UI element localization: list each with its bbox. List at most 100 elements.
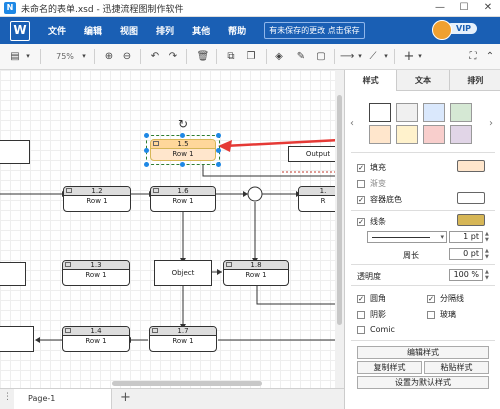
- perimeter-field[interactable]: 0 pt: [449, 248, 483, 260]
- tab-text[interactable]: 文本: [396, 70, 449, 91]
- zoom-in-icon[interactable]: ⊕: [102, 49, 116, 64]
- perimeter-spinner[interactable]: ▲ ▼: [485, 248, 492, 260]
- resize-handle[interactable]: [180, 162, 185, 167]
- chevron-down-icon[interactable]: ▾: [356, 49, 364, 64]
- menu-view[interactable]: 视图: [120, 24, 138, 37]
- container-bg-row[interactable]: ✓ 容器底色: [357, 194, 402, 205]
- node-1-7[interactable]: 1.7 Row 1: [149, 326, 217, 352]
- container-bg-checkbox[interactable]: ✓: [357, 195, 365, 204]
- copy-style-button[interactable]: 复制样式: [357, 361, 422, 374]
- line-style-select[interactable]: ▾: [367, 231, 447, 243]
- edit-style-button[interactable]: 编辑样式: [357, 346, 489, 359]
- divider-line-checkbox[interactable]: ✓: [427, 294, 435, 303]
- zoom-out-icon[interactable]: ⊖: [120, 49, 134, 64]
- undo-icon[interactable]: ↶: [148, 49, 162, 64]
- zoom-dropdown-icon[interactable]: ▾: [80, 49, 88, 64]
- rounded-row[interactable]: ✓ 圆角: [357, 293, 386, 304]
- set-default-style-button[interactable]: 设置为默认样式: [357, 376, 489, 389]
- tab-arrange[interactable]: 排列: [448, 70, 500, 91]
- style-swatch[interactable]: [450, 103, 472, 122]
- paste-style-button[interactable]: 粘贴样式: [424, 361, 489, 374]
- menu-other[interactable]: 其他: [192, 24, 210, 37]
- page-tab[interactable]: Page-1: [14, 389, 112, 409]
- connector[interactable]: [202, 164, 336, 177]
- collapse-icon[interactable]: ⌃: [484, 49, 496, 64]
- glass-checkbox[interactable]: [427, 310, 435, 319]
- chevron-down-icon[interactable]: ▾: [382, 49, 390, 64]
- resize-handle[interactable]: [144, 148, 149, 153]
- tab-style[interactable]: 样式: [345, 70, 397, 91]
- maximize-button[interactable]: ☐: [452, 0, 476, 16]
- avatar[interactable]: [432, 20, 452, 40]
- menu-arrange[interactable]: 排列: [156, 24, 174, 37]
- menu-help[interactable]: 帮助: [228, 24, 246, 37]
- junction-circle[interactable]: [247, 186, 263, 202]
- resize-handle[interactable]: [144, 162, 149, 167]
- redo-icon[interactable]: ↷: [166, 49, 180, 64]
- container-bg-color-picker[interactable]: [457, 192, 485, 204]
- fill-color-icon[interactable]: ◈: [272, 49, 286, 64]
- line-width-field[interactable]: 1 pt: [449, 231, 483, 243]
- style-swatch[interactable]: [423, 103, 445, 122]
- style-swatch[interactable]: [423, 125, 445, 144]
- style-swatch[interactable]: [369, 125, 391, 144]
- chevron-left-icon[interactable]: ‹: [350, 118, 354, 129]
- rotate-icon[interactable]: ↻: [178, 117, 188, 131]
- delete-icon[interactable]: 🗑: [196, 49, 210, 64]
- line-color-icon[interactable]: ✎: [294, 49, 308, 64]
- node-1-4[interactable]: 1.4 Row 1: [62, 326, 130, 352]
- diagram-canvas[interactable]: ↻ 1.5 Row 1 Output 1.2 Row 1 1.6 Row 1 1…: [0, 70, 344, 388]
- zoom-level[interactable]: 75%: [52, 49, 78, 64]
- divider-line-row[interactable]: ✓ 分隔线: [427, 293, 464, 304]
- style-swatch[interactable]: [450, 125, 472, 144]
- shadow-row[interactable]: 阴影: [357, 309, 386, 320]
- rounded-checkbox[interactable]: ✓: [357, 294, 365, 303]
- waypoint-icon[interactable]: ⟋: [366, 49, 380, 64]
- chevron-down-icon[interactable]: ▾: [24, 49, 32, 64]
- partial-shape[interactable]: [0, 262, 26, 286]
- minimize-button[interactable]: —: [428, 0, 452, 16]
- to-back-icon[interactable]: ❐: [244, 49, 258, 64]
- horizontal-scrollbar-thumb[interactable]: [112, 381, 262, 386]
- menu-edit[interactable]: 编辑: [84, 24, 102, 37]
- partial-shape[interactable]: [0, 326, 34, 352]
- node-1-3[interactable]: 1.3 Row 1: [62, 260, 130, 286]
- resize-handle[interactable]: [216, 133, 221, 138]
- object-node[interactable]: Object: [154, 260, 212, 286]
- line-checkbox[interactable]: ✓: [357, 217, 365, 226]
- node-1-8[interactable]: 1.8 Row 1: [223, 260, 289, 286]
- fill-color-picker[interactable]: [457, 160, 485, 172]
- panel-toggle-icon[interactable]: ▤: [8, 49, 22, 64]
- node-1-6[interactable]: 1.6 Row 1: [150, 186, 216, 212]
- insert-plus-icon[interactable]: +: [402, 49, 416, 64]
- opacity-spinner[interactable]: ▲ ▼: [485, 269, 492, 281]
- gradient-checkbox[interactable]: [357, 179, 365, 188]
- add-page-button[interactable]: +: [120, 390, 131, 405]
- style-swatch[interactable]: [396, 125, 418, 144]
- resize-handle[interactable]: [216, 162, 221, 167]
- close-button[interactable]: ✕: [476, 0, 500, 16]
- resize-handle[interactable]: [180, 133, 185, 138]
- opacity-field[interactable]: 100 %: [449, 269, 483, 281]
- to-front-icon[interactable]: ⧉: [224, 49, 238, 64]
- page-menu-icon[interactable]: ⋮: [3, 392, 12, 402]
- resize-handle[interactable]: [216, 148, 221, 153]
- fill-row[interactable]: ✓ 填充: [357, 162, 386, 173]
- comic-row[interactable]: Comic: [357, 325, 395, 334]
- comic-checkbox[interactable]: [357, 325, 365, 334]
- resize-handle[interactable]: [144, 133, 149, 138]
- fill-checkbox[interactable]: ✓: [357, 163, 365, 172]
- line-color-picker[interactable]: [457, 214, 485, 226]
- style-swatch[interactable]: [369, 103, 391, 122]
- connection-icon[interactable]: ⟶: [340, 49, 354, 64]
- connector[interactable]: [256, 286, 336, 305]
- node-1-2[interactable]: 1.2 Row 1: [63, 186, 131, 212]
- vertical-scrollbar-thumb[interactable]: [337, 95, 342, 325]
- unsaved-changes-notice[interactable]: 有未保存的更改 点击保存: [264, 22, 365, 39]
- menu-file[interactable]: 文件: [48, 24, 66, 37]
- glass-row[interactable]: 玻璃: [427, 309, 456, 320]
- chevron-down-icon[interactable]: ▾: [416, 49, 424, 64]
- style-swatch[interactable]: [396, 103, 418, 122]
- shadow-checkbox[interactable]: [357, 310, 365, 319]
- line-row[interactable]: ✓ 线条: [357, 216, 386, 227]
